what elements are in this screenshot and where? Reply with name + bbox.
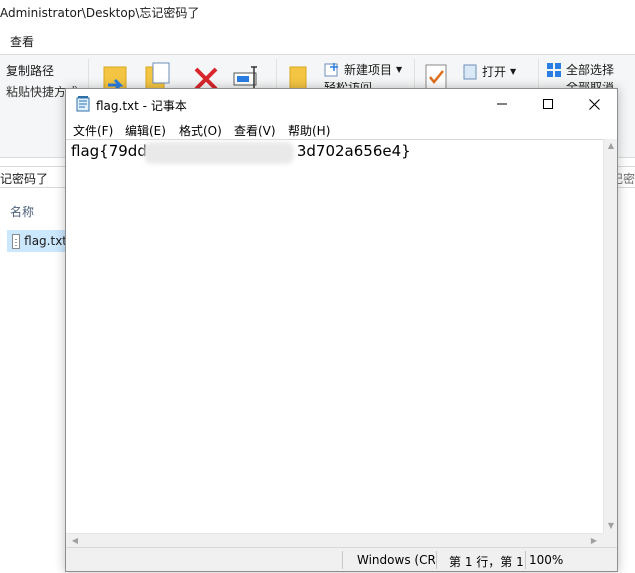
open-label: 打开 [482,65,507,79]
close-button[interactable] [571,89,617,119]
copy-path-button[interactable]: 复制路径 [6,62,54,79]
notepad-window: flag.txt - 记事本 文件(F) 编辑(E) 格式(O) 查看(V) 帮… [65,88,618,572]
status-zoom: 100% [529,553,564,567]
scrollbar-corner [603,533,617,547]
new-item-button[interactable]: 新建项目 ▼ [324,61,402,78]
column-header-name[interactable]: 名称 [10,203,34,220]
explorer-title-path: Administrator\Desktop\忘记密码了 [0,6,200,20]
notepad-title-bar[interactable]: flag.txt - 记事本 [66,89,617,119]
status-cursor-position: 第 1 行，第 1 [449,555,524,569]
menu-view[interactable]: 查看(V) [234,122,276,139]
tab-view[interactable]: 查看 [10,33,34,50]
scroll-down-icon[interactable]: ▼ [604,519,618,533]
scroll-right-icon[interactable]: ▶ [587,534,601,548]
maximize-icon [543,99,553,109]
menu-file[interactable]: 文件(F) [73,122,113,139]
window-title: flag.txt - 记事本 [96,99,187,113]
select-all-icon [547,62,561,77]
notepad-app-icon [76,96,90,112]
text-editor-area[interactable]: flag{79dd 3d702a656e4} [66,139,603,533]
chevron-down-icon: ▼ [396,65,403,74]
chevron-down-icon: ▼ [510,67,517,76]
new-item-label: 新建项目 [344,63,393,77]
text-file-icon [12,233,21,249]
new-item-icon [324,62,338,76]
open-button[interactable]: 打开 ▼ [462,63,516,80]
select-all-button[interactable]: 全部选择 [546,61,614,78]
status-divider [525,551,526,569]
flag-text-start: flag{79dd [71,142,147,160]
scroll-left-icon[interactable]: ◀ [68,534,82,548]
menu-format[interactable]: 格式(O) [179,122,222,139]
copy-path-label: 复制路径 [6,64,55,78]
select-all-label: 全部选择 [566,63,615,77]
horizontal-scrollbar[interactable]: ◀ ▶ [66,533,603,547]
flag-text-end: 3d702a656e4} [296,142,411,160]
breadcrumb[interactable]: 记密码了 [0,170,48,187]
status-divider [342,551,343,569]
menu-help[interactable]: 帮助(H) [288,122,330,139]
menu-edit[interactable]: 编辑(E) [125,122,166,139]
maximize-button[interactable] [525,89,571,119]
minimize-button[interactable] [479,89,525,119]
status-divider [436,551,437,569]
status-bar: Windows (CR 第 1 行，第 1 100% [66,547,617,571]
notepad-menu-bar: 文件(F) 编辑(E) 格式(O) 查看(V) 帮助(H) [66,119,617,139]
status-encoding: Windows (CR [357,553,435,567]
file-list-item[interactable]: flag.txt [7,230,67,252]
close-icon [588,98,600,110]
scroll-up-icon[interactable]: ▲ [604,139,618,153]
file-name-label: flag.txt [24,234,67,248]
vertical-scrollbar[interactable]: ▲ ▼ [603,139,617,533]
explorer-menu-bar: 查看 [0,26,635,54]
open-icon [463,64,477,79]
redaction-blur [144,142,294,164]
minimize-icon [497,103,507,105]
